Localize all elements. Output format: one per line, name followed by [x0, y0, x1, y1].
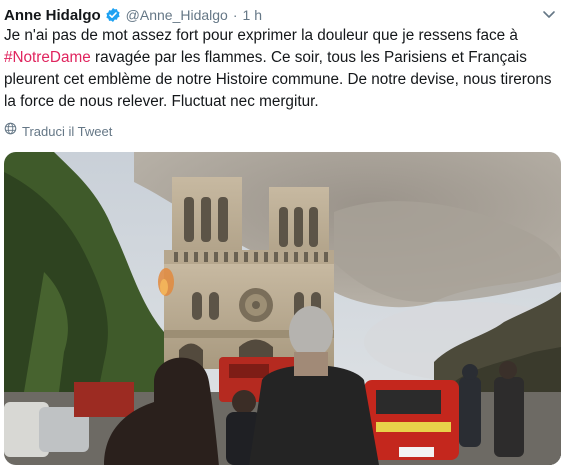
author-handle[interactable]: @Anne_Hidalgo [126, 7, 228, 23]
separator-dot: · [232, 7, 238, 23]
chevron-down-icon[interactable] [541, 6, 557, 22]
verified-badge-icon [105, 7, 121, 23]
tweet-header: Anne Hidalgo @Anne_Hidalgo · 1 h [4, 4, 262, 26]
tweet-text-part1: Je n'ai pas de mot assez fort pour expri… [4, 27, 518, 44]
tweet-timestamp[interactable]: 1 h [243, 7, 262, 23]
tweet-card[interactable]: Anne Hidalgo @Anne_Hidalgo · 1 h Je n'ai… [0, 0, 565, 472]
author-name[interactable]: Anne Hidalgo [4, 7, 101, 24]
tweet-text: Je n'ai pas de mot assez fort pour expri… [4, 25, 556, 113]
translate-tweet-link[interactable]: Traduci il Tweet [4, 122, 112, 140]
tweet-photo[interactable] [4, 152, 561, 465]
translate-label: Traduci il Tweet [22, 123, 113, 139]
hashtag-link[interactable]: #NotreDame [4, 49, 91, 66]
globe-icon [4, 122, 17, 140]
